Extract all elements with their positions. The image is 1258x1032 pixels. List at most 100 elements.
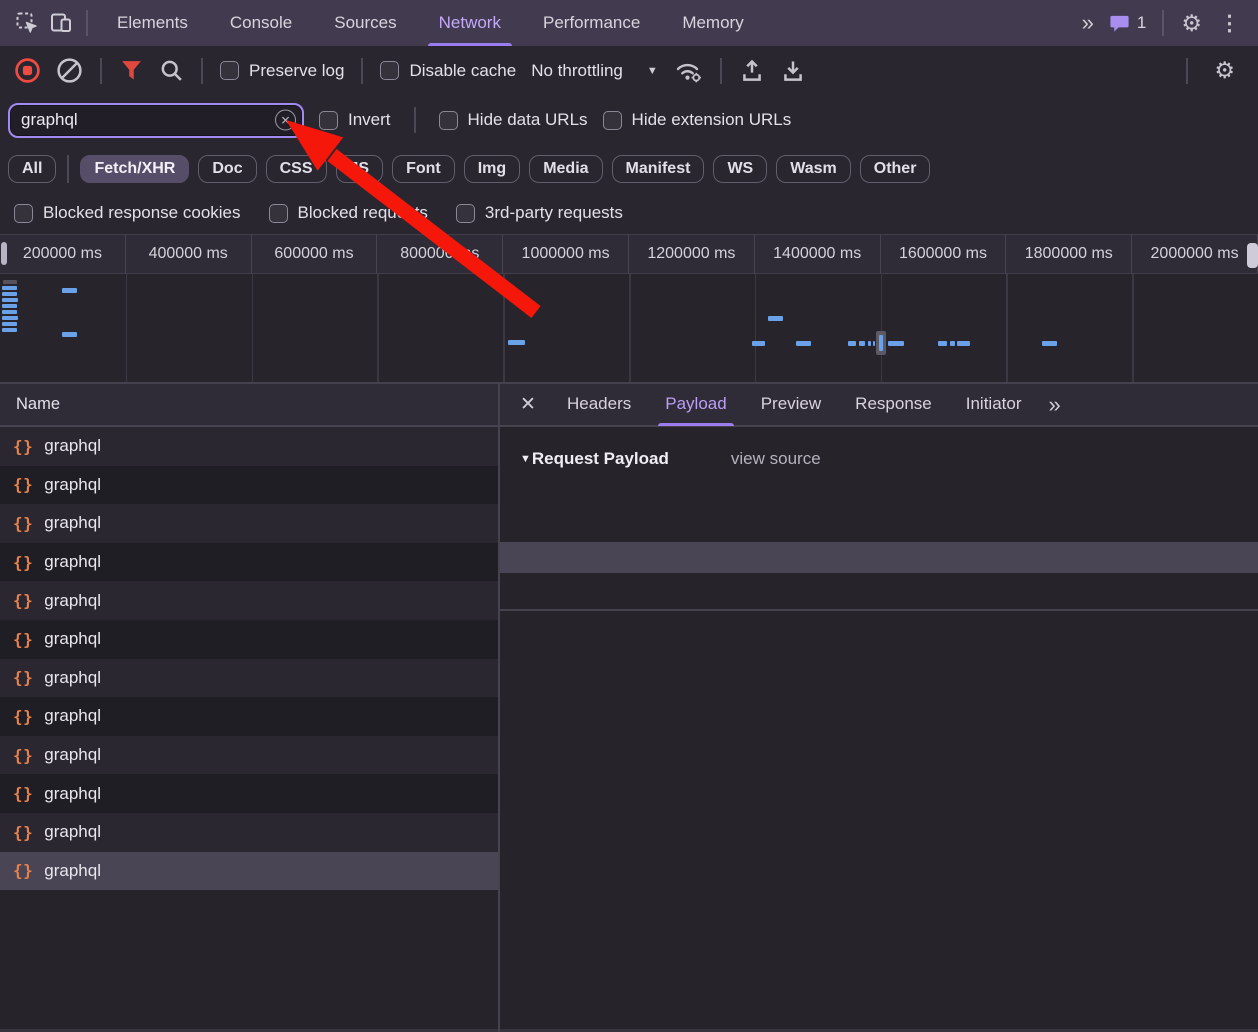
disable-cache-checkbox[interactable]: [380, 61, 399, 80]
chip-img[interactable]: Img: [464, 155, 520, 183]
name-column-header[interactable]: Name: [0, 384, 498, 427]
request-timing-bar[interactable]: [1042, 341, 1057, 346]
selected-timing-bar[interactable]: [879, 335, 883, 351]
request-timing-bar[interactable]: [2, 286, 17, 290]
request-timing-bar[interactable]: [2, 310, 17, 314]
details-tab-preview[interactable]: Preview: [744, 383, 838, 426]
waterfall-overview[interactable]: [0, 274, 1258, 384]
payload-root-line[interactable]: ▼{operationName: "ipFlowTimeseries", var…: [500, 478, 1258, 509]
payload-variables-line[interactable]: ▶variables: {accountTag: "b12e3b2192ee55…: [500, 574, 1258, 605]
request-timing-bar[interactable]: [2, 292, 17, 296]
request-row[interactable]: {}graphql: [0, 543, 498, 582]
chip-other[interactable]: Other: [860, 155, 931, 183]
chip-doc[interactable]: Doc: [198, 155, 256, 183]
search-button[interactable]: [159, 58, 184, 83]
ruler-left-handle[interactable]: [1, 242, 7, 265]
chip-manifest[interactable]: Manifest: [612, 155, 705, 183]
request-timing-bar[interactable]: [508, 340, 525, 345]
clear-network-log-button[interactable]: [56, 57, 83, 84]
tab-elements[interactable]: Elements: [96, 0, 209, 46]
export-har-button[interactable]: [780, 58, 806, 84]
network-settings-gear-icon[interactable]: ⚙: [1205, 59, 1244, 82]
chip-ws[interactable]: WS: [713, 155, 767, 183]
third-party-checkbox[interactable]: [456, 204, 475, 223]
request-row[interactable]: {}graphql: [0, 620, 498, 659]
request-timing-bar[interactable]: [3, 280, 17, 284]
tab-network[interactable]: Network: [418, 0, 522, 46]
chip-css[interactable]: CSS: [266, 155, 327, 183]
filter-toggle-button[interactable]: [119, 58, 144, 83]
request-timing-bar[interactable]: [868, 341, 871, 346]
request-row[interactable]: {}graphql: [0, 581, 498, 620]
details-more-tabs-icon[interactable]: »: [1038, 392, 1067, 418]
inspect-element-icon[interactable]: [10, 6, 44, 40]
request-timing-bar[interactable]: [888, 341, 904, 346]
chip-fetch-xhr[interactable]: Fetch/XHR: [80, 155, 189, 183]
hide-extension-urls-checkbox[interactable]: [603, 111, 622, 130]
payload-query-line-selected[interactable]: query: "query ipFlowTimeseries($accountT…: [500, 542, 1258, 573]
chip-all[interactable]: All: [8, 155, 56, 183]
details-tab-response[interactable]: Response: [838, 383, 949, 426]
clear-filter-icon[interactable]: ✕: [275, 110, 296, 131]
filter-input[interactable]: [8, 103, 304, 138]
request-row[interactable]: {}graphql: [0, 697, 498, 736]
request-row[interactable]: {}graphql: [0, 813, 498, 852]
request-timing-bar[interactable]: [62, 332, 77, 337]
hide-data-urls-checkbox[interactable]: [439, 111, 458, 130]
request-row[interactable]: {}graphql: [0, 504, 498, 543]
request-timing-bar[interactable]: [768, 316, 783, 321]
request-row[interactable]: {}graphql: [0, 466, 498, 505]
request-timing-bar[interactable]: [62, 288, 77, 293]
request-row[interactable]: {}graphql: [0, 852, 498, 891]
request-row[interactable]: {}graphql: [0, 427, 498, 466]
request-row[interactable]: {}graphql: [0, 736, 498, 775]
request-payload-section[interactable]: ▼ Request Payload: [520, 449, 669, 469]
console-messages-badge[interactable]: 1: [1101, 13, 1154, 34]
request-name: graphql: [44, 861, 101, 881]
request-timing-bar[interactable]: [848, 341, 856, 346]
timeline-ruler[interactable]: 200000 ms400000 ms600000 ms800000 ms1000…: [0, 234, 1258, 274]
request-timing-bar[interactable]: [2, 298, 18, 302]
request-timing-bar[interactable]: [859, 341, 865, 346]
request-timing-bar[interactable]: [957, 341, 970, 346]
request-row[interactable]: {}graphql: [0, 659, 498, 698]
chip-font[interactable]: Font: [392, 155, 455, 183]
invert-checkbox[interactable]: [319, 111, 338, 130]
chip-wasm[interactable]: Wasm: [776, 155, 851, 183]
inspect-cursor-icon: [15, 11, 39, 35]
request-timing-bar[interactable]: [950, 341, 955, 346]
more-tabs-icon[interactable]: »: [1072, 10, 1101, 36]
blocked-cookies-checkbox[interactable]: [14, 204, 33, 223]
tab-performance[interactable]: Performance: [522, 0, 661, 46]
request-timing-bar[interactable]: [2, 316, 18, 320]
request-timing-bar[interactable]: [2, 322, 17, 326]
request-timing-bar[interactable]: [2, 328, 17, 332]
settings-gear-icon[interactable]: ⚙: [1172, 12, 1211, 35]
request-timing-bar[interactable]: [796, 341, 811, 346]
chip-media[interactable]: Media: [529, 155, 602, 183]
payload-operation-line[interactable]: operationName: "ipFlowTimeseries": [500, 510, 1258, 541]
request-row[interactable]: {}graphql: [0, 774, 498, 813]
import-har-button[interactable]: [739, 58, 765, 84]
chip-js[interactable]: JS: [336, 155, 384, 183]
record-network-log-button[interactable]: [14, 57, 41, 84]
view-source-link[interactable]: view source: [731, 449, 821, 469]
close-details-icon[interactable]: ✕: [506, 393, 550, 416]
details-tab-headers[interactable]: Headers: [550, 383, 648, 426]
device-toolbar-icon[interactable]: [44, 6, 78, 40]
blocked-requests-checkbox[interactable]: [269, 204, 288, 223]
details-tab-payload[interactable]: Payload: [648, 383, 743, 426]
throttling-dropdown[interactable]: No throttling ▼: [531, 61, 658, 81]
tab-sources[interactable]: Sources: [313, 0, 417, 46]
kebab-menu-icon[interactable]: ⋮: [1211, 11, 1248, 36]
request-timing-bar[interactable]: [752, 341, 765, 346]
ruler-right-handle[interactable]: [1247, 243, 1258, 268]
network-conditions-button[interactable]: [673, 58, 703, 84]
preserve-log-checkbox[interactable]: [220, 61, 239, 80]
request-timing-bar[interactable]: [873, 341, 875, 346]
request-timing-bar[interactable]: [938, 341, 947, 346]
details-tab-initiator[interactable]: Initiator: [949, 383, 1039, 426]
request-timing-bar[interactable]: [2, 304, 17, 308]
tab-console[interactable]: Console: [209, 0, 313, 46]
tab-memory[interactable]: Memory: [661, 0, 764, 46]
